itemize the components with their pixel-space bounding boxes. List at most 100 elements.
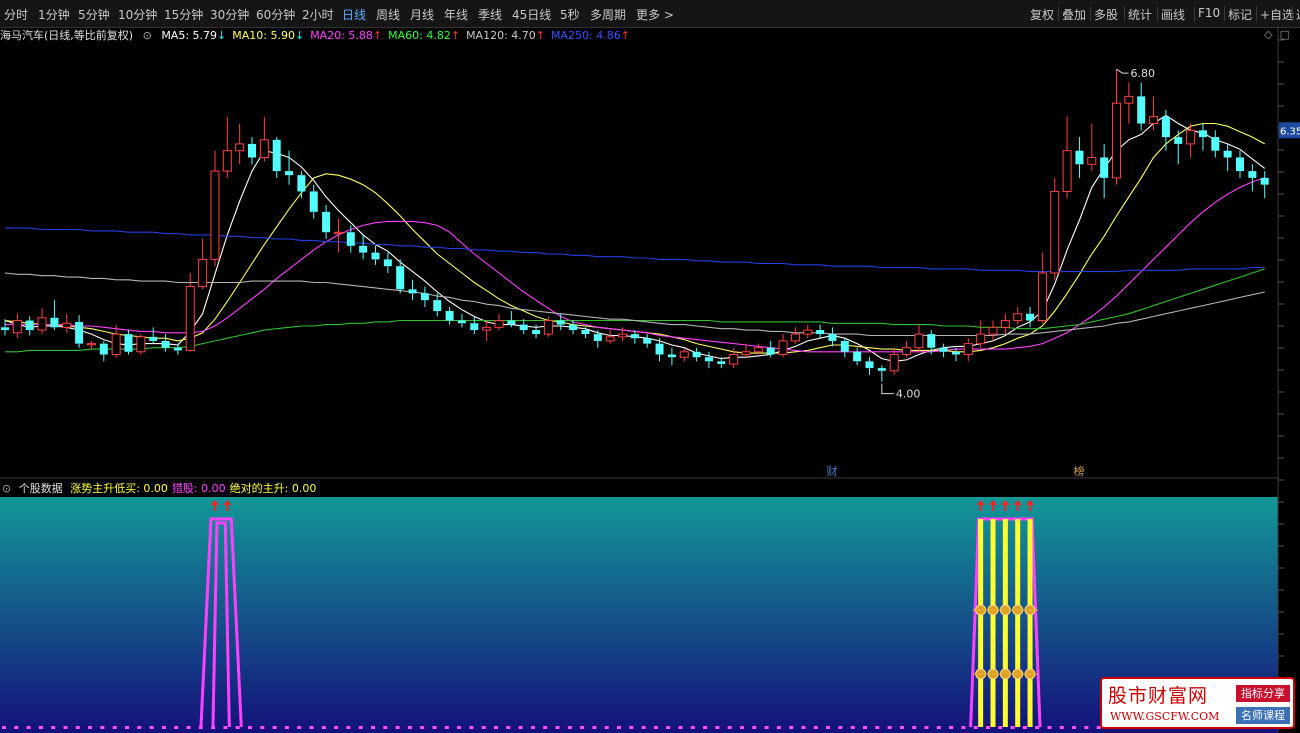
event-label-0[interactable]: 财 (826, 464, 837, 478)
sub-settings-icon[interactable]: ⊙ (2, 482, 11, 495)
candle (222, 116, 232, 178)
candle-body-up (198, 258, 208, 288)
candle-body-down (853, 351, 862, 362)
baseline-dot (518, 726, 523, 729)
toolbar-tool-7[interactable]: +自选 (1260, 6, 1294, 23)
toolbar-separator (1157, 6, 1158, 21)
baseline-dot (186, 726, 191, 729)
period-tab-2[interactable]: 5分钟 (78, 6, 110, 23)
candle-body-down (556, 320, 565, 325)
period-tab-9[interactable]: 周线 (376, 6, 400, 23)
money-bag-icon (1024, 668, 1036, 680)
period-tab-15[interactable]: 多周期 (590, 6, 626, 23)
candle-body-down (939, 347, 948, 352)
candle (729, 347, 739, 369)
baseline-dot (580, 726, 585, 729)
toolbar-tool-6[interactable]: 标记 (1228, 6, 1252, 23)
baseline-dot (715, 726, 720, 729)
ma-trend-arrow: ↑ (372, 29, 383, 42)
toolbar-tool-5[interactable]: F10 (1198, 6, 1220, 20)
toolbar-tool-8[interactable]: 返 (1296, 6, 1300, 23)
baseline-dot (740, 726, 744, 729)
settings-icon[interactable]: ⊙ (143, 29, 152, 42)
candle (1026, 306, 1035, 328)
baseline-dot (321, 726, 326, 729)
sub-panel-title[interactable]: 个股数据 (19, 482, 63, 495)
baseline-dot (260, 726, 265, 729)
toolbar-tool-0[interactable]: 复权 (1030, 6, 1054, 23)
period-tab-16[interactable]: 更多 > (636, 6, 674, 23)
baseline-dot (358, 726, 363, 729)
period-tab-0[interactable]: 分时 (4, 6, 28, 23)
candle-body-down (359, 245, 368, 253)
period-tab-6[interactable]: 60分钟 (256, 6, 295, 23)
candle-body-up (1186, 129, 1196, 145)
toolbar-tool-2[interactable]: 多股 (1094, 6, 1118, 23)
signal-bar (1027, 519, 1033, 727)
diamond-icon[interactable]: ◇ (1264, 28, 1272, 41)
candle (692, 347, 701, 362)
up-arrow-icon (1026, 500, 1035, 511)
period-tab-11[interactable]: 年线 (444, 6, 468, 23)
money-bag-icon (1012, 604, 1024, 616)
baseline-dot (211, 726, 216, 729)
candle-body-down (1137, 96, 1146, 124)
candle (853, 347, 862, 366)
chart-canvas: 6.80 4.00 6.35 财 榜 (0, 27, 1300, 733)
candle-body-down (297, 175, 306, 192)
candle-body-up (679, 351, 689, 358)
baseline-dot (961, 726, 966, 729)
period-tab-12[interactable]: 季线 (478, 6, 502, 23)
candle (543, 316, 553, 337)
period-toolbar: 分时 1分钟 5分钟 10分钟 15分钟 30分钟 60分钟 2小时 日线 周线 月线 年线 季线 45日… (0, 0, 1300, 28)
candle (75, 315, 84, 348)
candle-body-up (210, 170, 220, 260)
baseline-dot (875, 726, 880, 729)
period-tab-1[interactable]: 1分钟 (38, 6, 70, 23)
candle-body-down (1075, 150, 1084, 165)
period-tab-3[interactable]: 10分钟 (118, 6, 157, 23)
period-tab-7[interactable]: 2小时 (302, 6, 334, 23)
low-marker (881, 383, 894, 395)
candle (532, 324, 541, 339)
baseline-dot (530, 726, 535, 729)
candle (470, 316, 479, 335)
candle-body-down (507, 320, 516, 325)
candle-body-up (1050, 190, 1060, 274)
candle-body-down (1198, 130, 1207, 138)
candle (593, 330, 602, 348)
candle-body-up (605, 336, 615, 342)
stock-title[interactable]: 海马汽车(日线,等比前复权) (0, 29, 133, 42)
event-label-1[interactable]: 榜 (1073, 464, 1084, 478)
baseline-dot (88, 726, 93, 729)
baseline-dot (887, 726, 892, 729)
candle (939, 343, 948, 358)
baseline-dot (949, 726, 954, 729)
period-tab-10[interactable]: 月线 (410, 6, 434, 23)
toolbar-tool-3[interactable]: 统计 (1128, 6, 1152, 23)
candle (259, 116, 269, 162)
signal-bar (978, 519, 984, 727)
period-tab-5[interactable]: 30分钟 (210, 6, 249, 23)
ma-line-ma20 (5, 177, 1265, 353)
baseline-dot (801, 726, 806, 729)
baseline-dot (51, 726, 56, 729)
period-tab-13[interactable]: 45日线 (512, 6, 551, 23)
period-tab-8[interactable]: 日线 (342, 6, 366, 23)
candle (420, 286, 429, 307)
candle-body-down (346, 232, 355, 246)
candle (346, 225, 355, 253)
candle (210, 150, 220, 267)
candle (173, 343, 182, 355)
baseline-dot (1010, 726, 1015, 729)
baseline-dot (1084, 726, 1089, 729)
toolbar-tool-1[interactable]: 叠加 (1062, 6, 1086, 23)
candle (816, 324, 825, 339)
toolbar-tool-4[interactable]: 画线 (1161, 6, 1185, 23)
toolbar-separator (1124, 6, 1125, 21)
period-tab-14[interactable]: 5秒 (560, 6, 580, 23)
candle (753, 343, 763, 355)
window-icon[interactable]: ▢ (1280, 28, 1290, 41)
period-tab-4[interactable]: 15分钟 (164, 6, 203, 23)
candle-body-up (259, 139, 269, 158)
